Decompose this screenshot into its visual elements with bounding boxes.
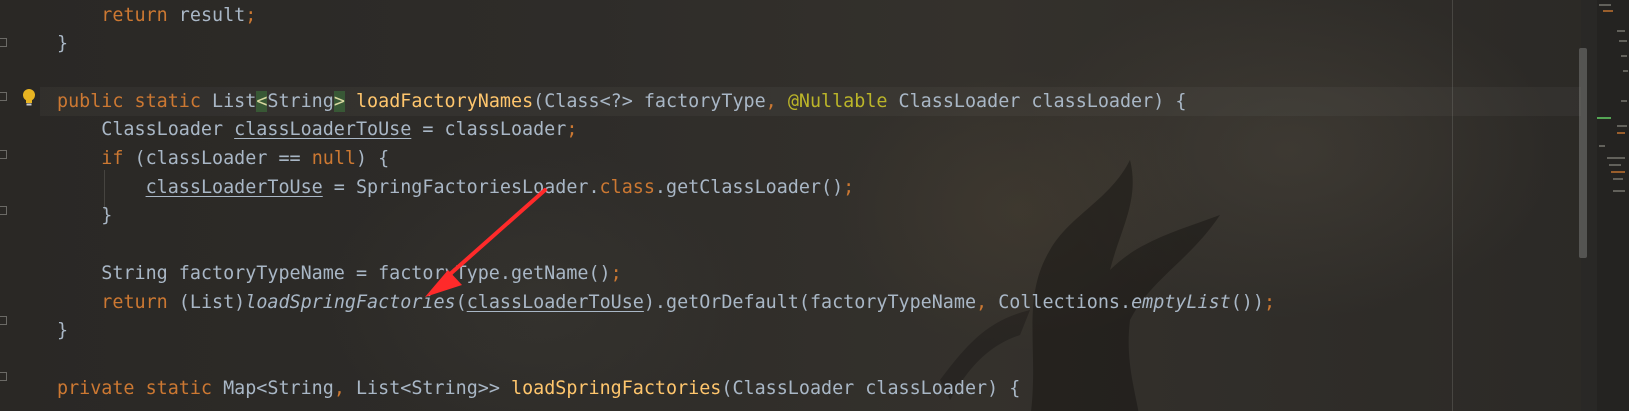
code-token: loadFactoryNames	[355, 91, 534, 112]
minimap-line	[1621, 100, 1627, 102]
code-line[interactable]: }	[57, 316, 68, 345]
code-token: classLoaderToUse	[234, 119, 412, 140]
code-token: >	[333, 91, 345, 112]
lightbulb-icon[interactable]	[20, 88, 38, 108]
minimap-line	[1611, 171, 1625, 173]
code-token: (classLoader ==	[123, 148, 312, 169]
red-arrow-annotation	[425, 188, 547, 297]
code-token: ;	[1263, 292, 1276, 313]
code-line[interactable]: ClassLoader classLoaderToUse = classLoad…	[57, 115, 577, 144]
code-token: ).getOrDefault(factoryTypeName	[643, 292, 977, 313]
code-line[interactable]: String factoryTypeName = factoryType.get…	[57, 259, 622, 288]
code-token: }	[57, 33, 69, 54]
code-token: if	[101, 148, 124, 169]
minimap-line	[1619, 40, 1627, 42]
code-token: result	[167, 5, 246, 26]
code-token: List	[212, 91, 257, 112]
code-token: (List)	[167, 292, 246, 313]
code-token: ClassLoader	[57, 119, 235, 140]
code-token: ClassLoader classLoader) {	[887, 91, 1187, 112]
code-token: private static	[57, 378, 224, 399]
code-token: public static	[57, 91, 213, 112]
code-line[interactable]: if (classLoader == null) {	[57, 144, 389, 173]
minimap-line	[1623, 70, 1628, 72]
minimap-line	[1607, 157, 1625, 159]
code-token: class	[599, 177, 655, 198]
minimap[interactable]	[1597, 0, 1629, 411]
code-line[interactable]: return result;	[57, 1, 256, 30]
code-token: = classLoader	[411, 119, 567, 140]
code-token: null	[311, 148, 356, 169]
code-token: (Class<?> factoryType	[533, 91, 766, 112]
background-artwork	[940, 160, 1220, 411]
minimap-line	[1613, 178, 1623, 180]
fold-marker[interactable]	[0, 206, 7, 215]
minimap-line	[1617, 132, 1625, 134]
right-margin-guide	[1452, 0, 1453, 411]
code-token: String factoryTypeName = factoryType.get…	[57, 263, 611, 284]
code-line[interactable]: }	[57, 201, 112, 230]
code-editor[interactable]: return result;} public static List<String…	[0, 0, 1629, 411]
code-token: ,	[976, 292, 999, 313]
code-token: (	[455, 292, 467, 313]
code-token: ;	[245, 5, 257, 26]
code-line[interactable]: return (List)loadSpringFactories(classLo…	[57, 288, 1275, 317]
code-line[interactable]: classLoaderToUse = SpringFactoriesLoader…	[57, 173, 855, 202]
minimap-line	[1599, 145, 1605, 147]
fold-marker[interactable]	[0, 372, 7, 381]
code-token: classLoaderToUse	[466, 292, 644, 313]
code-token: return	[101, 5, 168, 26]
code-token: return	[101, 292, 168, 313]
code-token: Collections.	[998, 292, 1132, 313]
code-token: <	[256, 91, 268, 112]
scrollbar-thumb[interactable]	[1579, 48, 1587, 258]
fold-marker[interactable]	[0, 38, 7, 47]
code-token: @Nullable	[787, 91, 888, 112]
code-token: loadSpringFactories	[245, 292, 456, 313]
fold-marker[interactable]	[0, 92, 7, 101]
minimap-line	[1617, 30, 1625, 32]
minimap-line	[1603, 10, 1613, 12]
minimap-line	[1597, 117, 1611, 119]
code-token: (ClassLoader classLoader) {	[721, 378, 1021, 399]
code-token: String	[267, 91, 334, 112]
code-token: ,	[333, 378, 356, 399]
minimap-line	[1617, 125, 1627, 127]
editor-gutter[interactable]	[0, 0, 40, 411]
code-token: Map<String	[223, 378, 334, 399]
code-token: }	[57, 320, 69, 341]
minimap-line	[1621, 55, 1627, 57]
code-token: ,	[765, 91, 788, 112]
code-token: ;	[566, 119, 578, 140]
minimap-line	[1609, 164, 1621, 166]
minimap-line	[1599, 4, 1611, 6]
code-token: = SpringFactoriesLoader.	[322, 177, 600, 198]
code-token: ) {	[355, 148, 390, 169]
fold-marker[interactable]	[0, 316, 7, 325]
code-token: }	[57, 205, 113, 226]
code-token: .getClassLoader()	[654, 177, 844, 198]
code-token: ;	[843, 177, 855, 198]
code-token: ())	[1230, 292, 1264, 313]
code-token: List<String>>	[355, 378, 511, 399]
code-token: classLoaderToUse	[145, 177, 323, 198]
fold-marker[interactable]	[0, 150, 7, 159]
code-line[interactable]: private static Map<String, List<String>>…	[57, 374, 1020, 403]
code-line[interactable]: }	[57, 29, 68, 58]
code-token: loadSpringFactories	[511, 378, 722, 399]
code-token: emptyList	[1131, 292, 1231, 313]
code-line[interactable]: public static List<String> loadFactoryNa…	[57, 87, 1186, 116]
code-token: ;	[610, 263, 622, 284]
minimap-line	[1613, 190, 1625, 192]
